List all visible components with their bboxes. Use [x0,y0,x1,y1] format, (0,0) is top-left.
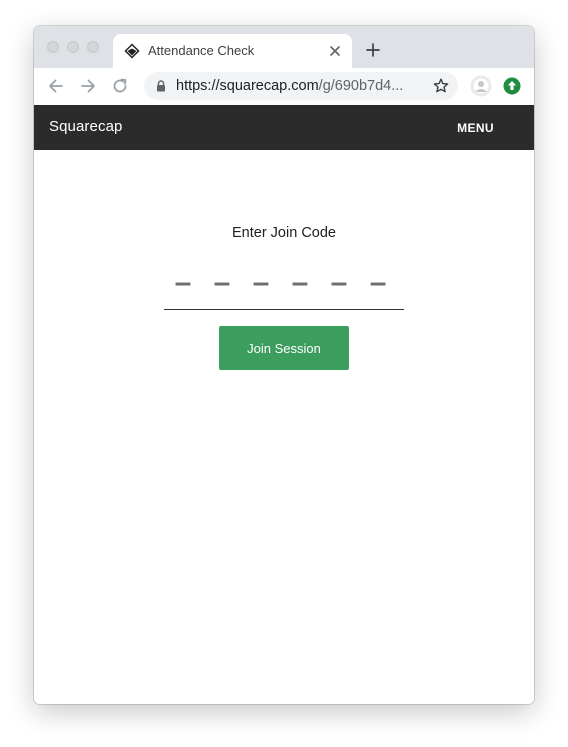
url-text: https://squarecap.com/g/690b7d4... [176,78,418,94]
window-minimize-dot[interactable] [67,41,79,53]
browser-window: Attendance Check https://squarecap.com/g… [34,26,534,704]
brand-logo[interactable]: Squarecap [49,118,122,135]
url-path: /g/690b7d4... [318,78,404,94]
join-session-button[interactable]: Join Session [219,326,349,370]
squarecap-logo-icon [124,43,140,59]
page-content: Enter Join Code Join Session [34,150,534,704]
tab-title: Attendance Check [148,43,255,58]
window-close-dot[interactable] [47,41,59,53]
reload-icon[interactable] [110,76,130,96]
star-icon[interactable] [432,77,450,95]
window-zoom-dot[interactable] [87,41,99,53]
avatar-icon[interactable] [470,75,492,97]
browser-toolbar: https://squarecap.com/g/690b7d4... [34,68,534,106]
address-bar[interactable]: https://squarecap.com/g/690b7d4... [144,72,458,100]
lock-icon [154,79,168,93]
url-host: https://squarecap.com [176,78,319,94]
arrow-left-icon[interactable] [46,76,66,96]
close-icon[interactable] [326,42,344,60]
plus-icon[interactable] [365,42,381,58]
tab-strip: Attendance Check [34,26,534,68]
green-upload-icon[interactable] [503,77,521,95]
join-code-label: Enter Join Code [232,225,336,241]
arrow-right-icon[interactable] [78,76,98,96]
site-navbar: Squarecap MENU [34,105,534,150]
menu-button[interactable]: MENU [457,121,494,135]
join-code-input[interactable] [164,256,404,310]
browser-tab[interactable]: Attendance Check [113,34,352,68]
